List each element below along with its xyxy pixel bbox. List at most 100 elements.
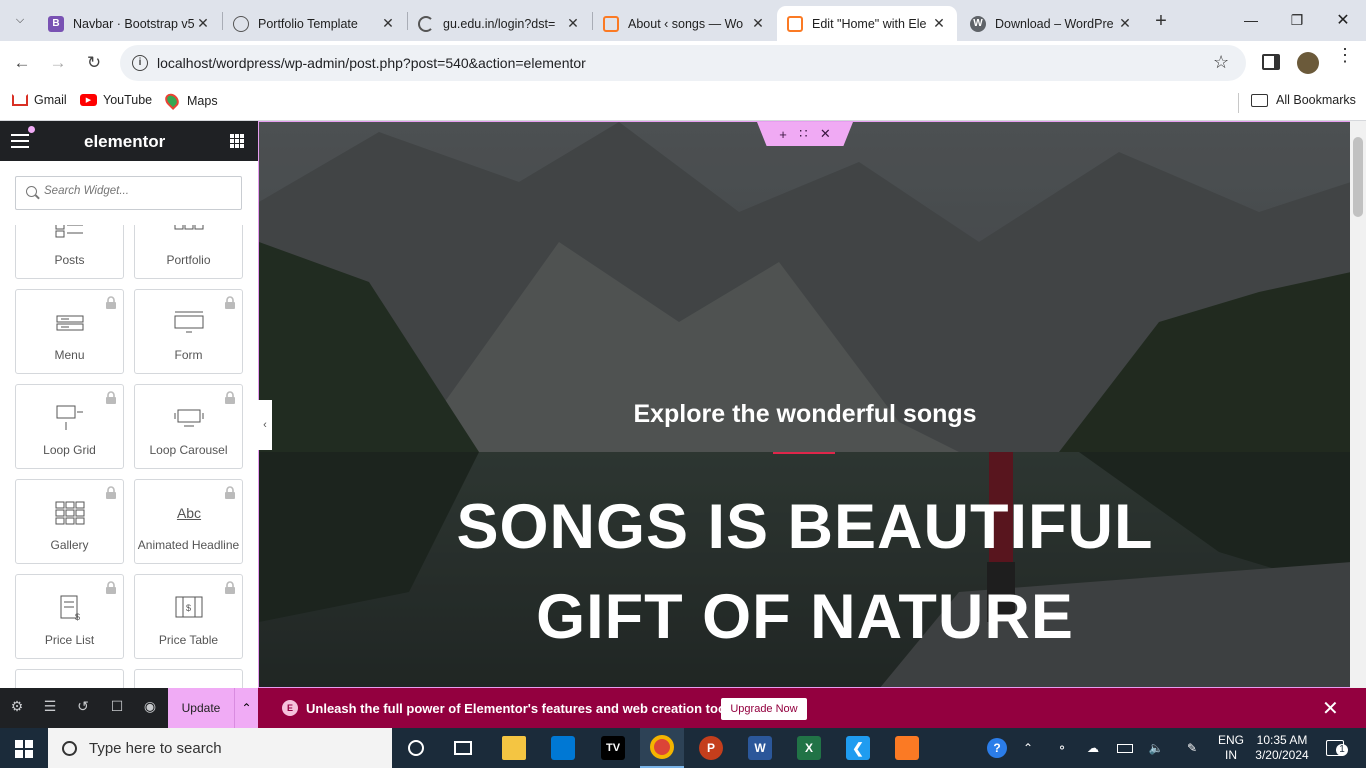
new-tab-button[interactable]: + bbox=[1148, 8, 1174, 34]
history-icon[interactable]: ↺ bbox=[73, 698, 93, 718]
close-icon[interactable]: ✕ bbox=[750, 15, 766, 32]
restore-button[interactable]: ❐ bbox=[1274, 0, 1320, 40]
browser-menu-icon[interactable]: ⋮ bbox=[1336, 46, 1354, 64]
delete-section-icon[interactable]: ✕ bbox=[820, 126, 831, 142]
portfolio-icon bbox=[171, 225, 207, 243]
drag-handle-icon[interactable]: ∷ bbox=[799, 126, 807, 142]
browser-tab-portfolio[interactable]: Portfolio Template ✕ bbox=[223, 6, 406, 41]
browser-tab-bootstrap[interactable]: B Navbar · Bootstrap v5 ✕ bbox=[38, 6, 221, 41]
powerpoint-icon[interactable]: P bbox=[689, 728, 733, 768]
wifi-icon[interactable]: ⚬ bbox=[1052, 728, 1072, 768]
chevron-up-icon[interactable]: ⌃ bbox=[1018, 728, 1038, 768]
hero-subtitle[interactable]: Explore the wonderful songs bbox=[259, 400, 1350, 429]
address-bar[interactable]: i localhost/wordpress/wp-admin/post.php?… bbox=[120, 45, 1246, 81]
windows-start-icon[interactable] bbox=[15, 740, 33, 758]
hero-headline[interactable]: SONGS IS BEAUTIFUL GIFT OF NATURE bbox=[259, 482, 1350, 662]
settings-gear-icon[interactable]: ⚙ bbox=[7, 698, 27, 718]
taskbar-search[interactable]: Type here to search bbox=[48, 728, 392, 768]
scrollbar-thumb[interactable] bbox=[1353, 137, 1363, 217]
url-text[interactable]: localhost/wordpress/wp-admin/post.php?po… bbox=[157, 55, 586, 71]
word-icon[interactable]: W bbox=[738, 728, 782, 768]
tab-search-button[interactable]: ⌵ bbox=[8, 8, 32, 32]
notification-dot bbox=[28, 126, 35, 133]
chrome-icon[interactable] bbox=[640, 728, 684, 768]
section-handle[interactable]: + ∷ ✕ bbox=[757, 122, 853, 146]
gmail-icon bbox=[12, 94, 28, 106]
widget-form[interactable]: Form bbox=[134, 289, 243, 374]
browser-tab-wordpress-download[interactable]: W Download – WordPre ✕ bbox=[960, 6, 1143, 41]
profile-avatar[interactable] bbox=[1297, 52, 1319, 74]
bookmark-youtube[interactable]: ▶ YouTube bbox=[80, 93, 152, 107]
close-icon[interactable]: ✕ bbox=[565, 15, 581, 32]
forward-button[interactable]: → bbox=[44, 49, 72, 77]
file-explorer-icon[interactable] bbox=[492, 728, 536, 768]
task-view-icon[interactable] bbox=[441, 728, 485, 768]
cortana-icon[interactable] bbox=[394, 728, 438, 768]
search-icon bbox=[62, 740, 77, 756]
widget-gallery[interactable]: Gallery bbox=[15, 479, 124, 564]
microsoft-store-icon[interactable] bbox=[541, 728, 585, 768]
date-text: 3/20/2024 bbox=[1255, 748, 1309, 762]
loading-icon bbox=[418, 15, 434, 32]
close-icon[interactable]: ✕ bbox=[931, 15, 947, 32]
widget-price-list[interactable]: $ Price List bbox=[15, 574, 124, 659]
tradingview-icon[interactable]: TV bbox=[591, 728, 635, 768]
widget-animated-headline[interactable]: Abc Animated Headline bbox=[134, 479, 243, 564]
pen-icon[interactable]: ✎ bbox=[1182, 728, 1202, 768]
animated-headline-icon: Abc bbox=[176, 505, 202, 521]
close-icon[interactable]: ✕ bbox=[1322, 696, 1339, 721]
close-icon[interactable]: ✕ bbox=[1117, 15, 1133, 32]
notifications-icon[interactable]: 1 bbox=[1320, 728, 1350, 768]
elementor-logo: elementor bbox=[84, 132, 166, 151]
close-icon[interactable]: ✕ bbox=[195, 15, 211, 32]
widget-portfolio[interactable]: Portfolio bbox=[134, 225, 243, 279]
hamburger-menu-icon[interactable] bbox=[11, 134, 29, 148]
weather-cloud-icon[interactable]: ☁ bbox=[1083, 728, 1103, 768]
side-panel-icon[interactable] bbox=[1262, 54, 1280, 70]
widget-loop-carousel[interactable]: Loop Carousel bbox=[134, 384, 243, 469]
loop-carousel-icon bbox=[171, 403, 207, 433]
widget-posts[interactable]: Posts bbox=[15, 225, 124, 279]
widget-menu[interactable]: Menu bbox=[15, 289, 124, 374]
widget-price-table[interactable]: $ Price Table bbox=[134, 574, 243, 659]
volume-icon[interactable]: 🔈 bbox=[1146, 728, 1166, 768]
back-button[interactable]: ← bbox=[8, 49, 36, 77]
widget-label: Posts bbox=[54, 253, 85, 267]
vscode-icon[interactable]: ❮ bbox=[836, 728, 880, 768]
xampp-icon[interactable] bbox=[885, 728, 929, 768]
upgrade-now-button[interactable]: Upgrade Now bbox=[721, 698, 807, 720]
close-icon[interactable]: ✕ bbox=[380, 15, 396, 32]
language-indicator[interactable]: ENG IN bbox=[1214, 728, 1248, 768]
widget-partial[interactable] bbox=[15, 669, 124, 688]
chevron-up-icon[interactable]: ⌃ bbox=[234, 688, 258, 728]
bookmark-maps[interactable]: Maps bbox=[162, 90, 218, 111]
browser-tab-about-songs[interactable]: About ‹ songs — Wo ✕ bbox=[593, 6, 776, 41]
widget-partial[interactable] bbox=[134, 669, 243, 688]
excel-icon[interactable]: X bbox=[787, 728, 831, 768]
collapse-panel-button[interactable]: ‹ bbox=[258, 400, 272, 450]
canvas-scrollbar[interactable] bbox=[1350, 121, 1366, 688]
bookmark-gmail[interactable]: Gmail bbox=[12, 93, 67, 107]
widget-loop-grid[interactable]: Loop Grid bbox=[15, 384, 124, 469]
help-icon[interactable]: ? bbox=[984, 728, 1010, 768]
minimize-button[interactable]: — bbox=[1228, 0, 1274, 40]
navigator-layers-icon[interactable]: ☰ bbox=[40, 698, 60, 718]
close-window-button[interactable]: ✕ bbox=[1320, 0, 1366, 40]
browser-tab-gu-login[interactable]: gu.edu.in/login?dst= ✕ bbox=[408, 6, 591, 41]
reload-button[interactable]: ↻ bbox=[80, 49, 108, 77]
lock-icon bbox=[105, 486, 117, 499]
search-widget-input[interactable] bbox=[44, 185, 234, 197]
site-info-icon[interactable]: i bbox=[132, 55, 148, 71]
bookmark-star-icon[interactable]: ☆ bbox=[1213, 52, 1229, 73]
browser-tab-edit-home[interactable]: Edit "Home" with Ele ✕ bbox=[777, 6, 957, 41]
hero-divider bbox=[773, 452, 835, 454]
update-button[interactable]: Update bbox=[168, 688, 234, 728]
clock[interactable]: 10:35 AM 3/20/2024 bbox=[1254, 728, 1310, 768]
widget-search[interactable] bbox=[15, 176, 242, 210]
battery-icon[interactable] bbox=[1115, 728, 1135, 768]
widgets-grid-icon[interactable] bbox=[230, 134, 244, 148]
preview-eye-icon[interactable]: ◉ bbox=[140, 698, 160, 718]
all-bookmarks[interactable]: All Bookmarks bbox=[1251, 93, 1356, 107]
responsive-mode-icon[interactable]: ☐ bbox=[107, 698, 127, 718]
add-section-icon[interactable]: + bbox=[779, 127, 787, 142]
